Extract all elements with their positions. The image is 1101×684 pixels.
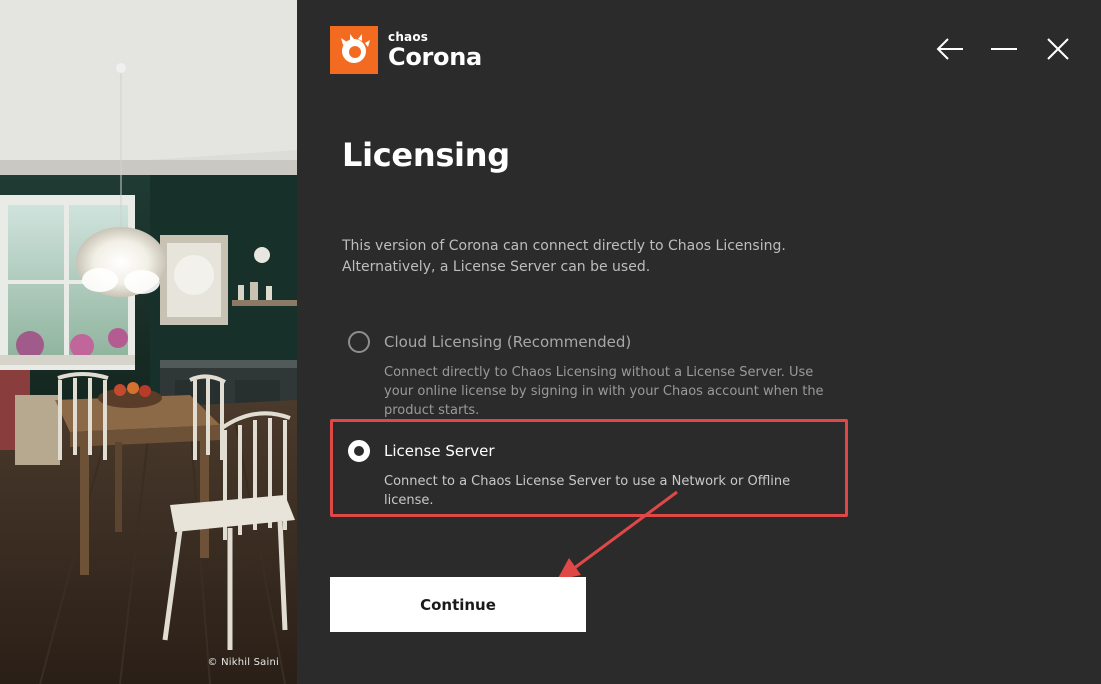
radio-cloud-licensing[interactable] — [348, 331, 370, 353]
annotation-highlight-box — [330, 419, 848, 517]
licensing-panel: chaos Corona Licensing This version of C… — [297, 0, 1101, 684]
minimize-button[interactable] — [989, 34, 1019, 64]
option-cloud-licensing-head[interactable]: Cloud Licensing (Recommended) — [348, 331, 828, 353]
window-controls — [935, 34, 1073, 64]
arrow-left-icon — [936, 38, 963, 60]
close-button[interactable] — [1043, 34, 1073, 64]
continue-button[interactable]: Continue — [330, 577, 586, 632]
photo-credit: © Nikhil Saini — [207, 657, 279, 668]
option-cloud-licensing-label[interactable]: Cloud Licensing (Recommended) — [384, 333, 631, 351]
back-button[interactable] — [935, 34, 965, 64]
option-cloud-licensing-description: Connect directly to Chaos Licensing with… — [384, 365, 824, 418]
intro-text: This version of Corona can connect direc… — [342, 238, 786, 275]
page-title: Licensing — [342, 136, 510, 174]
close-icon — [1047, 38, 1069, 60]
brand-name: chaos — [388, 30, 429, 44]
product-name: Corona — [388, 43, 482, 71]
installer-window: © Nikhil Saini chaos Corona Licensing Th… — [0, 0, 1101, 684]
corona-logo-icon — [330, 26, 378, 74]
hero-image: © Nikhil Saini — [0, 0, 297, 684]
app-logo: chaos Corona — [330, 26, 482, 74]
dining-room-illustration — [0, 0, 297, 684]
minimize-icon — [991, 48, 1017, 50]
option-cloud-licensing[interactable]: Cloud Licensing (Recommended) Connect di… — [348, 331, 828, 420]
